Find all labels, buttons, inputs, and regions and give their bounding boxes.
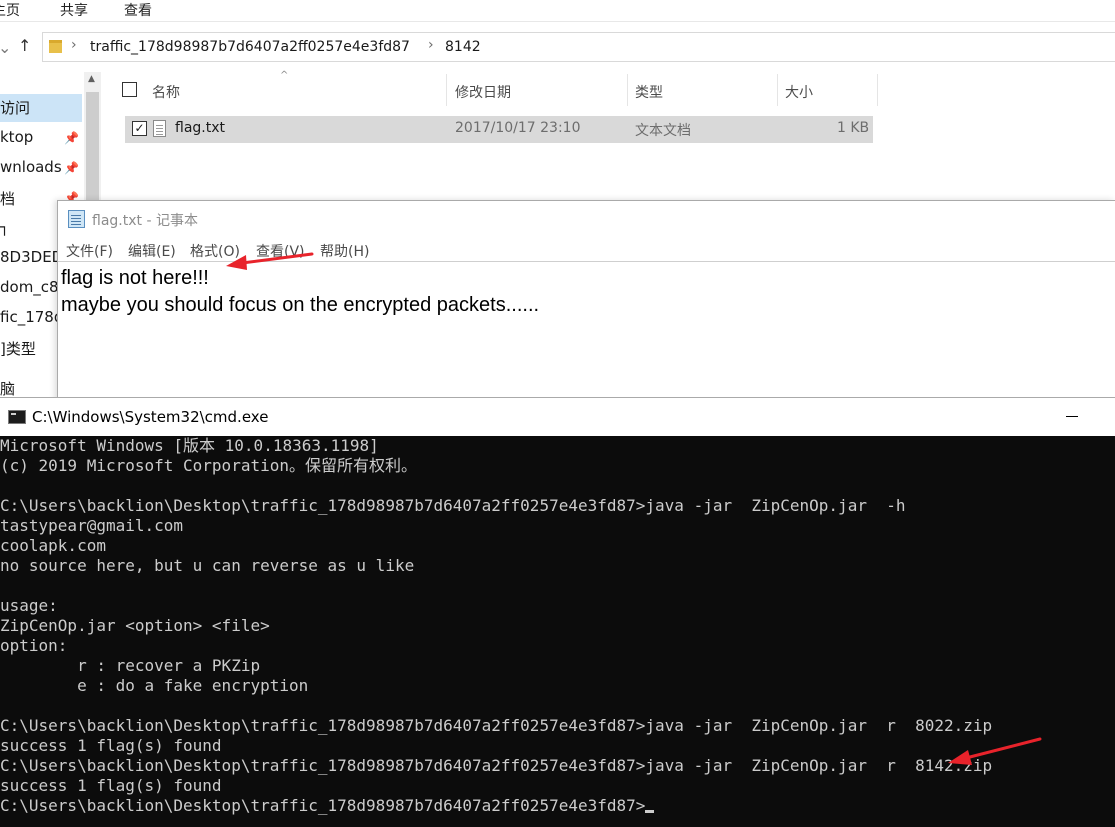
nav-item-quick-access[interactable]: 访问 bbox=[0, 94, 82, 122]
nav-item-label: 脑 bbox=[0, 380, 16, 398]
menu-format[interactable]: 格式(O) bbox=[190, 241, 240, 261]
text-cursor bbox=[645, 810, 655, 813]
column-headers: ^ 名称 修改日期 类型 大小 bbox=[104, 70, 1115, 108]
console-line: ZipCenOp.jar <option> <file> bbox=[0, 616, 270, 635]
cmd-window: C:\Windows\System32\cmd.exe Microsoft Wi… bbox=[0, 397, 1115, 827]
column-header-date[interactable]: 修改日期 bbox=[455, 82, 511, 102]
menu-view[interactable]: 查看(V) bbox=[256, 241, 305, 261]
menu-edit[interactable]: 编辑(E) bbox=[128, 241, 176, 261]
console-line: r : recover a PKZip bbox=[0, 656, 261, 675]
cmd-title: C:\Windows\System32\cmd.exe bbox=[32, 408, 269, 426]
notepad-line: maybe you should focus on the encrypted … bbox=[61, 294, 540, 316]
chevron-right-icon[interactable]: › bbox=[71, 37, 77, 53]
console-line: Microsoft Windows [版本 10.0.18363.1198] bbox=[0, 436, 379, 455]
text-file-icon bbox=[153, 120, 166, 137]
up-arrow-icon[interactable]: ↑ bbox=[18, 36, 31, 55]
console-line: tastypear@gmail.com bbox=[0, 516, 184, 535]
file-row[interactable]: ✓ flag.txt 2017/10/17 23:10 文本文档 1 KB bbox=[125, 116, 873, 143]
nav-item-label: 档 bbox=[0, 190, 16, 208]
address-bar[interactable]: › traffic_178d98987b7d6407a2ff0257e4e3fd… bbox=[42, 32, 1115, 62]
pin-icon: 📌 bbox=[64, 161, 79, 175]
ribbon-tab-share[interactable]: 共享 bbox=[60, 0, 88, 20]
file-date: 2017/10/17 23:10 bbox=[455, 120, 581, 136]
nav-item-desktop[interactable]: ktop 📌 bbox=[0, 125, 82, 153]
nav-item-label: wnloads bbox=[0, 158, 62, 176]
nav-item-label: 访问 bbox=[0, 99, 31, 117]
column-header-size[interactable]: 大小 bbox=[785, 82, 813, 102]
column-header-type[interactable]: 类型 bbox=[635, 82, 663, 102]
notepad-title: flag.txt - 记事本 bbox=[92, 213, 198, 229]
console-prompt-line: C:\Users\backlion\Desktop\traffic_178d98… bbox=[0, 796, 1115, 816]
nav-item-label: ┐ bbox=[0, 218, 10, 236]
file-size: 1 KB bbox=[837, 120, 870, 136]
nav-item-label: ktop bbox=[0, 128, 34, 146]
chevron-down-icon[interactable]: ⌄ bbox=[0, 38, 11, 57]
ribbon-tab-home[interactable]: 主页 bbox=[0, 0, 20, 20]
console-line: no source here, but u can reverse as u l… bbox=[0, 556, 415, 575]
select-all-checkbox[interactable] bbox=[122, 82, 137, 97]
notepad-line: flag is not here!!! bbox=[61, 267, 209, 289]
console-line: C:\Users\backlion\Desktop\traffic_178d98… bbox=[0, 496, 906, 515]
console-line: usage: bbox=[0, 596, 58, 615]
column-divider[interactable] bbox=[446, 74, 447, 106]
file-name: flag.txt bbox=[175, 120, 225, 136]
console-line: C:\Users\backlion\Desktop\traffic_178d98… bbox=[0, 756, 993, 775]
breadcrumb-current[interactable]: 8142 bbox=[445, 39, 481, 55]
address-row: ⌄ ↑ › traffic_178d98987b7d6407a2ff0257e4… bbox=[0, 26, 1115, 68]
nav-item-label: 8D3DED bbox=[0, 248, 64, 266]
column-divider[interactable] bbox=[877, 74, 878, 106]
column-header-name[interactable]: 名称 bbox=[152, 82, 180, 102]
console-line: e : do a fake encryption bbox=[0, 676, 309, 695]
nav-item-label: fic_178d bbox=[0, 308, 64, 326]
chevron-right-icon[interactable]: › bbox=[428, 37, 434, 53]
console-line: (c) 2019 Microsoft Corporation。保留所有权利。 bbox=[0, 456, 417, 475]
minimize-icon[interactable] bbox=[1066, 416, 1078, 417]
console-line: C:\Users\backlion\Desktop\traffic_178d98… bbox=[0, 716, 993, 735]
folder-icon bbox=[49, 40, 62, 53]
notepad-window: flag.txt - 记事本 文件(F) 编辑(E) 格式(O) 查看(V) 帮… bbox=[57, 200, 1115, 405]
cmd-icon bbox=[8, 410, 26, 424]
console-line: coolapk.com bbox=[0, 536, 106, 555]
file-type: 文本文档 bbox=[635, 123, 691, 139]
nav-item-label: ]类型 bbox=[0, 340, 36, 358]
notepad-icon bbox=[68, 210, 85, 228]
ribbon-tab-view[interactable]: 查看 bbox=[124, 0, 152, 20]
notepad-text-area[interactable]: flag is not here!!! maybe you should focu… bbox=[58, 261, 1115, 406]
pin-icon: 📌 bbox=[64, 131, 79, 145]
nav-item-label: dom_c8 bbox=[0, 278, 59, 296]
console-line: success 1 flag(s) found bbox=[0, 776, 222, 795]
notepad-titlebar[interactable]: flag.txt - 记事本 bbox=[58, 201, 1115, 237]
menu-file[interactable]: 文件(F) bbox=[66, 241, 113, 261]
column-divider[interactable] bbox=[777, 74, 778, 106]
cmd-titlebar[interactable]: C:\Windows\System32\cmd.exe bbox=[0, 398, 1115, 436]
sort-caret-icon: ^ bbox=[280, 70, 289, 81]
file-checkbox[interactable]: ✓ bbox=[132, 121, 147, 136]
scroll-up-icon[interactable]: ▲ bbox=[88, 74, 95, 84]
column-divider[interactable] bbox=[627, 74, 628, 106]
console-line: option: bbox=[0, 636, 68, 655]
console-prompt: C:\Users\backlion\Desktop\traffic_178d98… bbox=[0, 796, 646, 815]
menu-help[interactable]: 帮助(H) bbox=[320, 241, 369, 261]
console-line: success 1 flag(s) found bbox=[0, 736, 222, 755]
ribbon-tabs: 主页 共享 查看 bbox=[0, 0, 1115, 22]
cmd-console[interactable]: Microsoft Windows [版本 10.0.18363.1198] (… bbox=[0, 436, 1115, 827]
breadcrumb-folder[interactable]: traffic_178d98987b7d6407a2ff0257e4e3fd87 bbox=[90, 39, 410, 55]
nav-item-downloads[interactable]: wnloads 📌 bbox=[0, 155, 82, 183]
notepad-menubar: 文件(F) 编辑(E) 格式(O) 查看(V) 帮助(H) bbox=[58, 237, 1115, 261]
